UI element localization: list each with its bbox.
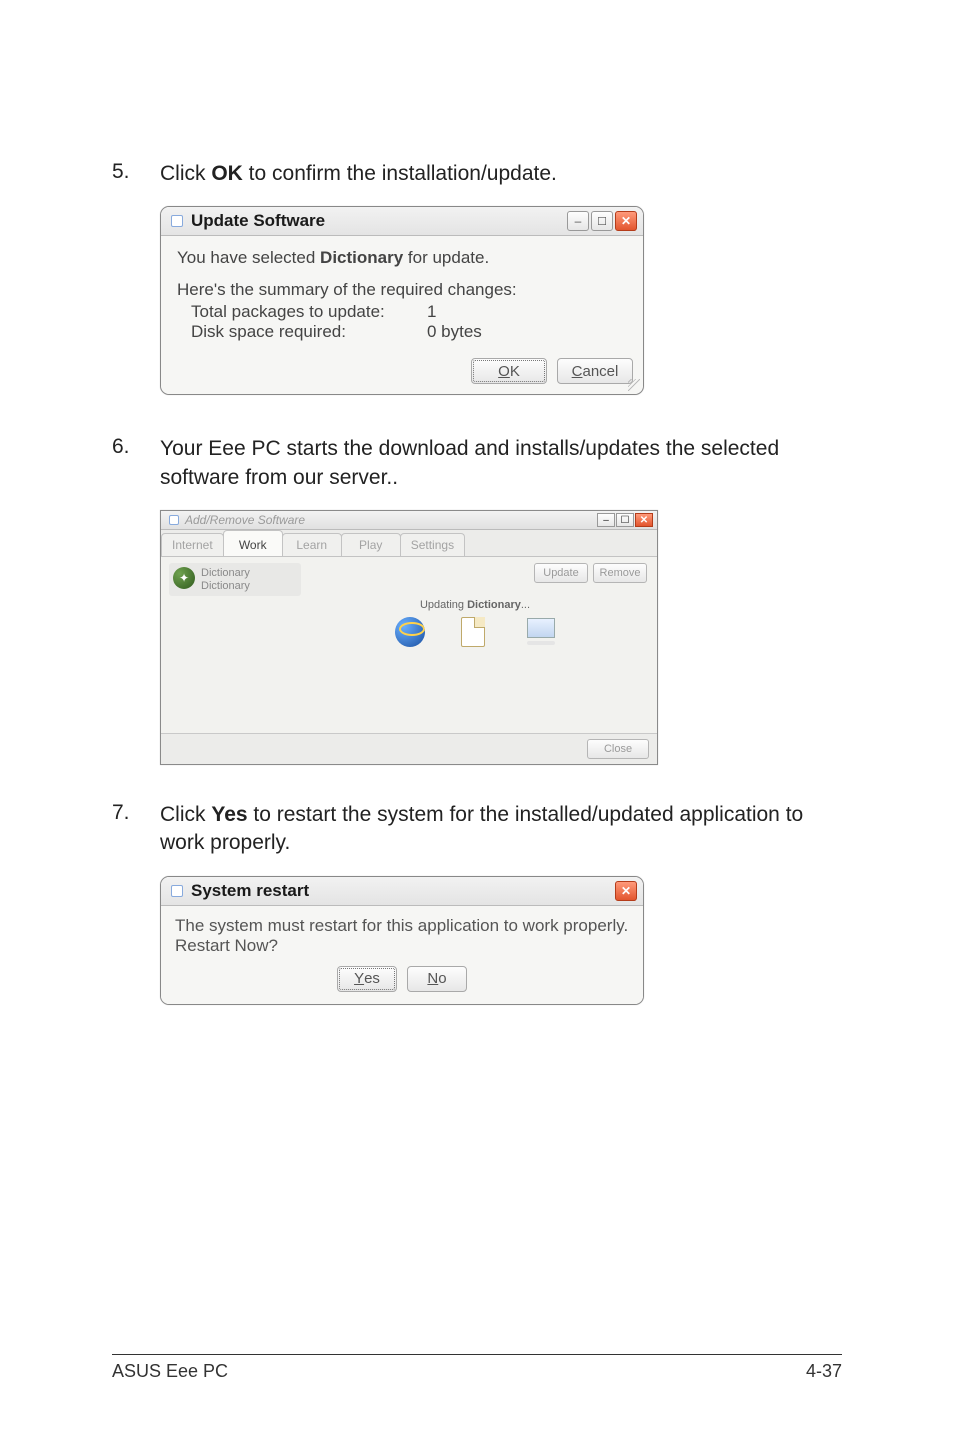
tab-play[interactable]: Play bbox=[341, 533, 401, 556]
dialog1-titlebar: Update Software – ☐ ✕ bbox=[161, 207, 643, 236]
dialog1-line1-suffix: for update. bbox=[403, 248, 489, 267]
globe-icon bbox=[395, 617, 425, 647]
step-5-number: 5. bbox=[112, 160, 160, 188]
update-software-dialog: Update Software – ☐ ✕ You have selected … bbox=[160, 206, 644, 395]
close-button[interactable]: Close bbox=[587, 739, 649, 759]
step7-suffix: to restart the system for the installed/… bbox=[160, 803, 803, 854]
dialog2-window-buttons: – ☐ ✕ bbox=[597, 513, 653, 527]
cancel-button[interactable]: Cancel bbox=[557, 358, 633, 384]
dialog1-line1-bold: Dictionary bbox=[320, 248, 403, 267]
computer-icon bbox=[521, 618, 555, 646]
step-7-text: Click Yes to restart the system for the … bbox=[160, 801, 842, 858]
status-prefix: Updating bbox=[420, 599, 467, 611]
tab-learn[interactable]: Learn bbox=[282, 533, 342, 556]
step-6: 6. Your Eee PC starts the download and i… bbox=[112, 435, 842, 492]
software-list: ✦ Dictionary Dictionary bbox=[169, 563, 301, 727]
dialog1-app-icon bbox=[171, 215, 183, 227]
dialog1-row1: Total packages to update: 1 bbox=[177, 302, 627, 322]
step-5: 5. Click OK to confirm the installation/… bbox=[112, 160, 842, 188]
update-remove-buttons: Update Remove bbox=[534, 563, 647, 583]
dialog2-tabs: Internet Work Learn Play Settings bbox=[161, 530, 657, 557]
status-text: Updating Dictionary... bbox=[305, 599, 645, 611]
cancel-underline: C bbox=[572, 363, 583, 380]
step5-prefix: Click bbox=[160, 162, 211, 185]
document-icon bbox=[461, 617, 485, 647]
ok-underline: O bbox=[498, 363, 510, 380]
dialog1-title: Update Software bbox=[191, 211, 325, 231]
dialog1-row1-value: 1 bbox=[427, 302, 627, 322]
step-5-text: Click OK to confirm the installation/upd… bbox=[160, 160, 557, 188]
yes-underline: Y bbox=[354, 970, 364, 987]
minimize-button[interactable]: – bbox=[597, 513, 615, 527]
page-footer: ASUS Eee PC 4-37 bbox=[112, 1354, 842, 1382]
status-suffix: ... bbox=[521, 599, 530, 611]
tab-internet[interactable]: Internet bbox=[161, 533, 224, 556]
dialog1-row1-label: Total packages to update: bbox=[191, 302, 427, 322]
step-7-number: 7. bbox=[112, 801, 160, 858]
dialog1-window-buttons: – ☐ ✕ bbox=[567, 211, 637, 231]
dialog3-message: The system must restart for this applica… bbox=[175, 916, 629, 956]
dialog2-titlebar: Add/Remove Software – ☐ ✕ bbox=[161, 511, 657, 530]
step5-bold: OK bbox=[211, 162, 243, 185]
dialog2-right-pane: Update Remove Updating Dictionary... bbox=[301, 563, 649, 727]
yes-button[interactable]: Yes bbox=[337, 966, 397, 992]
dialog1-line2: Here's the summary of the required chang… bbox=[177, 280, 627, 300]
no-button[interactable]: No bbox=[407, 966, 467, 992]
dictionary-icon: ✦ bbox=[173, 567, 195, 589]
update-button[interactable]: Update bbox=[534, 563, 588, 583]
remove-button[interactable]: Remove bbox=[593, 563, 647, 583]
maximize-button[interactable]: ☐ bbox=[616, 513, 634, 527]
step-7: 7. Click Yes to restart the system for t… bbox=[112, 801, 842, 858]
dialog2-app-icon bbox=[169, 515, 179, 525]
resize-grip-icon[interactable] bbox=[628, 379, 640, 391]
dialog1-row2-label: Disk space required: bbox=[191, 322, 427, 342]
ok-button[interactable]: OK bbox=[471, 358, 547, 384]
no-underline: N bbox=[427, 970, 438, 987]
close-button[interactable]: ✕ bbox=[635, 513, 653, 527]
yes-rest: es bbox=[364, 970, 380, 987]
dialog3-title: System restart bbox=[191, 881, 309, 901]
maximize-button[interactable]: ☐ bbox=[591, 211, 613, 231]
add-remove-software-dialog: Add/Remove Software – ☐ ✕ Internet Work … bbox=[160, 510, 658, 765]
dialog1-row2: Disk space required: 0 bytes bbox=[177, 322, 627, 342]
dialog2-body: ✦ Dictionary Dictionary Update Remove Up… bbox=[161, 557, 657, 733]
dialog3-actions: Yes No bbox=[175, 966, 629, 992]
footer-right: 4-37 bbox=[806, 1361, 842, 1382]
list-item-sub: Dictionary bbox=[201, 580, 250, 593]
step7-prefix: Click bbox=[160, 803, 211, 826]
list-item-texts: Dictionary Dictionary bbox=[201, 567, 250, 592]
close-button[interactable]: ✕ bbox=[615, 881, 637, 901]
no-rest: o bbox=[438, 970, 446, 987]
cancel-rest: ancel bbox=[582, 363, 618, 380]
close-button[interactable]: ✕ bbox=[615, 211, 637, 231]
dialog3-window-buttons: ✕ bbox=[615, 881, 637, 901]
system-restart-dialog: System restart ✕ The system must restart… bbox=[160, 876, 644, 1005]
dialog3-app-icon bbox=[171, 885, 183, 897]
ok-rest: K bbox=[510, 363, 520, 380]
step5-suffix: to confirm the installation/update. bbox=[243, 162, 557, 185]
dialog3-body: The system must restart for this applica… bbox=[161, 906, 643, 1004]
update-status: Updating Dictionary... bbox=[305, 599, 645, 647]
step7-bold: Yes bbox=[211, 803, 247, 826]
list-item-title: Dictionary bbox=[201, 567, 250, 580]
dialog1-actions: OK Cancel bbox=[161, 352, 643, 394]
dialog1-body: You have selected Dictionary for update.… bbox=[161, 236, 643, 352]
dialog1-row2-value: 0 bytes bbox=[427, 322, 627, 342]
dialog2-title: Add/Remove Software bbox=[185, 513, 305, 527]
dialog2-footer: Close bbox=[161, 733, 657, 764]
footer-left: ASUS Eee PC bbox=[112, 1361, 228, 1382]
tab-work[interactable]: Work bbox=[223, 530, 283, 556]
dialog3-titlebar: System restart ✕ bbox=[161, 877, 643, 906]
status-icons bbox=[305, 617, 645, 647]
minimize-button[interactable]: – bbox=[567, 211, 589, 231]
dialog1-line1: You have selected Dictionary for update. bbox=[177, 248, 627, 268]
step-6-number: 6. bbox=[112, 435, 160, 492]
dialog1-line1-prefix: You have selected bbox=[177, 248, 320, 267]
status-bold: Dictionary bbox=[467, 599, 521, 611]
step-6-text: Your Eee PC starts the download and inst… bbox=[160, 435, 842, 492]
tab-settings[interactable]: Settings bbox=[400, 533, 465, 556]
list-item[interactable]: ✦ Dictionary Dictionary bbox=[169, 563, 301, 596]
